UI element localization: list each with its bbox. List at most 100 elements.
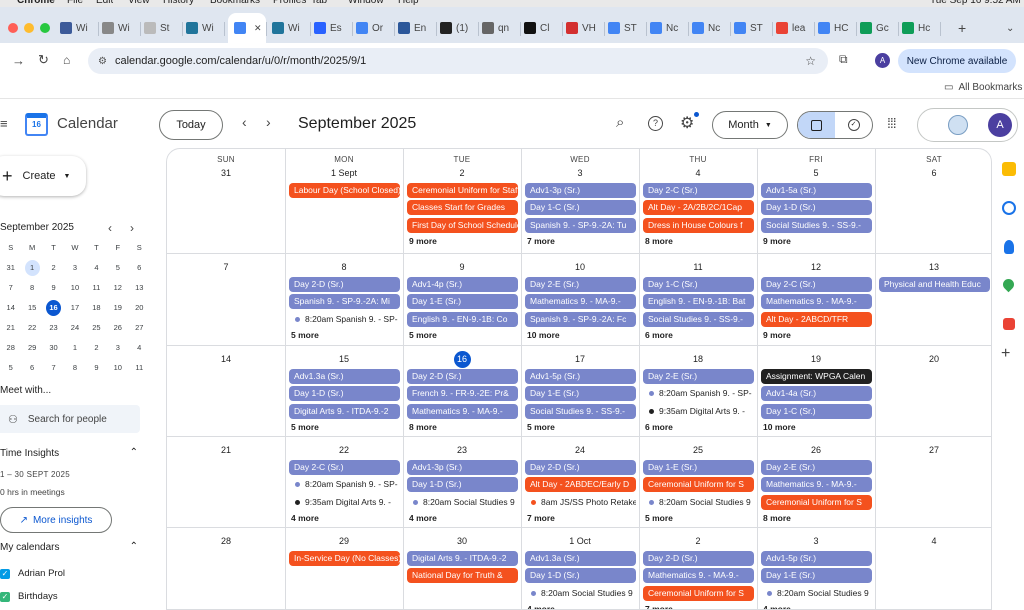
calendar-event[interactable]: Adv1.3a (Sr.)	[525, 551, 636, 566]
more-events-link[interactable]: 9 more	[763, 330, 791, 340]
mini-day[interactable]: 2	[89, 340, 104, 356]
calendar-event[interactable]: Spanish 9. - SP-9.-2A: Mi	[289, 294, 400, 310]
calendar-event[interactable]: Day 1-D (Sr.)	[761, 200, 872, 216]
close-window-icon[interactable]	[8, 23, 18, 33]
calendar-event[interactable]: Alt Day - 2A/2B/2C/1Cap	[643, 200, 754, 216]
day-number[interactable]: 17	[521, 354, 639, 364]
mini-day[interactable]: 6	[132, 260, 147, 276]
mini-day[interactable]: 10	[68, 280, 83, 296]
calendar-event[interactable]: Mathematics 9. - MA-9.-	[761, 294, 872, 310]
address-bar[interactable]: ⚙ calendar.google.com/calendar/u/0/r/mon…	[88, 48, 828, 74]
calendar-event[interactable]: Labour Day (School Closed)	[289, 183, 400, 198]
day-number[interactable]: 1 Sept	[285, 168, 403, 178]
time-insights-heading[interactable]: Time Insights ⌃	[0, 447, 140, 459]
day-number[interactable]: 14	[167, 354, 285, 364]
calendar-event[interactable]: Adv1-3p (Sr.)	[525, 183, 636, 198]
more-events-link[interactable]: 5 more	[645, 513, 673, 523]
search-icon[interactable]: ⌕	[616, 114, 624, 131]
mini-day[interactable]: 13	[132, 280, 147, 296]
day-number[interactable]: 25	[639, 445, 757, 455]
calendar-event[interactable]: 8am JS/SS Photo Retake	[525, 495, 636, 510]
search-people-input[interactable]: ⚇ Search for people	[0, 405, 140, 433]
calendar-event[interactable]: Adv1-4a (Sr.)	[761, 386, 872, 402]
calendar-event[interactable]: Social Studies 9. - SS-9.-	[761, 217, 872, 233]
day-number[interactable]: 6	[875, 168, 991, 178]
mini-day[interactable]: 9	[46, 280, 61, 296]
more-events-link[interactable]: 7 more	[645, 604, 673, 609]
tab-search-chevron-icon[interactable]: ⌄	[1006, 13, 1014, 43]
day-number[interactable]: 23	[403, 445, 521, 455]
day-cell[interactable]	[285, 149, 403, 253]
calendar-event[interactable]: French 9. - FR-9.-2E: Pr&	[407, 386, 518, 402]
day-number[interactable]: 7	[167, 262, 285, 272]
mini-day[interactable]: 11	[132, 360, 147, 376]
day-number[interactable]: 4	[639, 168, 757, 178]
calendar-event[interactable]: Day 1-C (Sr.)	[643, 277, 754, 292]
browser-tab[interactable]: ST	[608, 13, 642, 43]
day-number[interactable]: 16	[403, 354, 521, 364]
mini-day[interactable]: 28	[3, 340, 18, 356]
maps-icon[interactable]	[1000, 276, 1017, 293]
zoom-window-icon[interactable]	[40, 23, 50, 33]
help-icon[interactable]: ?	[648, 116, 663, 131]
calendar-event[interactable]: Day 1-D (Sr.)	[289, 386, 400, 402]
mini-day[interactable]: 1	[68, 340, 83, 356]
mac-menu-item[interactable]: View	[128, 0, 150, 7]
day-number[interactable]: 2	[639, 536, 757, 546]
calendar-event[interactable]: 9:35am Digital Arts 9. -	[643, 404, 754, 419]
mini-day[interactable]: 15	[25, 300, 40, 316]
calendar-event[interactable]: Digital Arts 9. - ITDA-9.-2	[407, 551, 518, 566]
reload-icon[interactable]: ↻	[38, 52, 49, 68]
mini-day[interactable]: 8	[68, 360, 83, 376]
browser-tab[interactable]: Es	[314, 13, 348, 43]
calendar-event[interactable]: Social Studies 9. - SS-9.-	[643, 311, 754, 327]
day-number[interactable]: 5	[757, 168, 875, 178]
keep-icon[interactable]	[1002, 162, 1016, 176]
mini-day[interactable]: 9	[89, 360, 104, 376]
browser-tab[interactable]: Wi	[272, 13, 306, 43]
day-number[interactable]: 2	[403, 168, 521, 178]
mac-menu-item[interactable]: Bookmarks	[210, 0, 260, 7]
day-number[interactable]: 20	[875, 354, 991, 364]
browser-tab[interactable]: ✕	[228, 13, 266, 43]
mini-day[interactable]: 6	[25, 360, 40, 376]
calendar-event[interactable]: Dress in House Colours f	[643, 217, 754, 233]
calendar-event[interactable]: Ceremonial Uniform for Staff	[407, 183, 518, 198]
extensions-icon[interactable]: ⧉	[839, 52, 848, 67]
mini-day[interactable]: 16	[46, 300, 62, 316]
mini-day[interactable]: 14	[3, 300, 18, 316]
mini-day[interactable]: 8	[25, 280, 40, 296]
day-number[interactable]: 26	[757, 445, 875, 455]
calendar-event[interactable]: English 9. - EN-9.-1B: Bat	[643, 294, 754, 310]
calendar-event[interactable]: 8:20am Social Studies 9	[761, 586, 872, 601]
more-events-link[interactable]: 10 more	[527, 330, 560, 340]
day-number[interactable]: 30	[403, 536, 521, 546]
calendar-event[interactable]: Social Studies 9. - SS-9.-	[525, 403, 636, 419]
calendar-event[interactable]: 8:20am Social Studies 9	[643, 495, 754, 510]
settings-gear-icon[interactable]: ⚙	[680, 113, 694, 133]
more-events-link[interactable]: 6 more	[645, 330, 673, 340]
calendar-event[interactable]: Day 2-C (Sr.)	[761, 277, 872, 292]
forward-icon[interactable]: →	[12, 53, 25, 68]
browser-tab[interactable]: Wi	[102, 13, 136, 43]
more-insights-button[interactable]: ↗ More insights	[0, 507, 112, 533]
more-events-link[interactable]: 4 more	[291, 513, 319, 523]
calendar-event[interactable]: Mathematics 9. - MA-9.-	[525, 294, 636, 310]
view-selector[interactable]: Month ▼	[712, 111, 788, 139]
calendar-event[interactable]: Day 2-D (Sr.)	[289, 277, 400, 292]
day-number[interactable]: 9	[403, 262, 521, 272]
office-addon-icon[interactable]	[1003, 318, 1015, 330]
calendar-event[interactable]: 9:35am Digital Arts 9. -	[289, 495, 400, 510]
calendar-event[interactable]: Day 2-C (Sr.)	[643, 183, 754, 198]
more-events-link[interactable]: 4 more	[527, 604, 555, 609]
mini-day[interactable]: 25	[89, 320, 104, 336]
browser-tab[interactable]: Gc	[860, 13, 894, 43]
day-number[interactable]: 22	[285, 445, 403, 455]
mini-day[interactable]: 19	[110, 300, 125, 316]
mini-day[interactable]: 22	[25, 320, 40, 336]
browser-tab[interactable]: HC	[818, 13, 852, 43]
day-number[interactable]: 3	[521, 168, 639, 178]
mini-next-icon[interactable]: ›	[130, 221, 134, 235]
browser-tab[interactable]: Nc	[650, 13, 684, 43]
google-apps-icon[interactable]: ⁞⁞⁞	[887, 115, 897, 131]
